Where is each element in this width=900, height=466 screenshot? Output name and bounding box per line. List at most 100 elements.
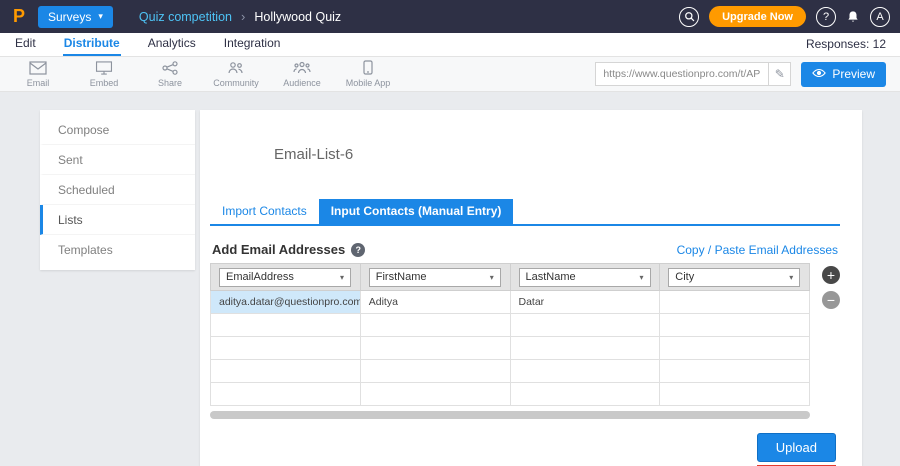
add-emails-header-row: Add Email Addresses ? Copy / Paste Email… xyxy=(212,242,838,257)
cell-email[interactable]: aditya.datar@questionpro.com xyxy=(211,291,361,314)
contacts-tabs: Import Contacts Input Contacts (Manual E… xyxy=(210,199,840,226)
add-row-button[interactable]: + xyxy=(822,266,840,284)
table-row xyxy=(211,383,810,406)
cell-city[interactable] xyxy=(660,383,810,406)
column-select-firstname[interactable]: FirstName ▾ xyxy=(369,268,501,287)
cell-firstname[interactable]: Aditya xyxy=(360,291,510,314)
column-select-city[interactable]: City ▾ xyxy=(668,268,800,287)
nav-item-distribute[interactable]: Distribute xyxy=(63,34,121,56)
section-title-text: Add Email Addresses xyxy=(212,242,345,257)
surveys-dropdown[interactable]: Surveys ▾ xyxy=(38,6,113,28)
nav-item-edit[interactable]: Edit xyxy=(14,34,37,56)
breadcrumb-current-page: Hollywood Quiz xyxy=(254,10,341,24)
chevron-down-icon: ▾ xyxy=(490,273,494,282)
table-row xyxy=(211,314,810,337)
cell-lastname[interactable] xyxy=(510,360,660,383)
table-row: aditya.datar@questionpro.com Aditya Data… xyxy=(211,291,810,314)
audience-icon xyxy=(293,61,311,77)
contacts-table-area: EmailAddress ▾ FirstName ▾ xyxy=(210,263,840,419)
tab-import-contacts[interactable]: Import Contacts xyxy=(210,199,319,224)
preview-label: Preview xyxy=(832,67,875,81)
cell-lastname[interactable] xyxy=(510,337,660,360)
column-select-value: EmailAddress xyxy=(226,271,294,283)
responses-count: Responses: 12 xyxy=(806,37,886,56)
sidebar-item-compose[interactable]: Compose xyxy=(40,115,195,145)
eye-icon xyxy=(812,67,826,81)
column-select-value: City xyxy=(675,271,694,283)
cell-lastname[interactable]: Datar xyxy=(510,291,660,314)
breadcrumb-survey-name[interactable]: Quiz competition xyxy=(139,10,232,24)
nav-item-analytics[interactable]: Analytics xyxy=(147,34,197,56)
sidebar-item-templates[interactable]: Templates xyxy=(40,235,195,265)
topbar-actions: Upgrade Now ? A xyxy=(679,6,890,27)
toolbar-item-community[interactable]: Community xyxy=(212,61,260,88)
toolbar-item-share[interactable]: Share xyxy=(146,61,194,88)
cell-firstname[interactable] xyxy=(360,337,510,360)
toolbar-item-mobile-app[interactable]: Mobile App xyxy=(344,60,392,88)
table-row xyxy=(211,337,810,360)
cell-email[interactable] xyxy=(211,383,361,406)
notifications-bell-icon[interactable] xyxy=(846,10,860,24)
cell-city[interactable] xyxy=(660,291,810,314)
chevron-down-icon: ▾ xyxy=(789,273,793,282)
cell-email[interactable] xyxy=(211,314,361,337)
section-title: Add Email Addresses ? xyxy=(212,242,365,257)
avatar[interactable]: A xyxy=(870,7,890,27)
sidebar-item-lists[interactable]: Lists xyxy=(40,205,195,235)
remove-row-button[interactable]: − xyxy=(822,291,840,309)
cell-email[interactable] xyxy=(211,360,361,383)
section-help-icon[interactable]: ? xyxy=(351,243,365,257)
embed-icon xyxy=(95,61,113,77)
toolbar-item-embed[interactable]: Embed xyxy=(80,61,128,88)
page-title: Email-List-6 xyxy=(274,146,840,163)
upgrade-now-button[interactable]: Upgrade Now xyxy=(709,6,806,27)
toolbar-item-label: Embed xyxy=(90,78,119,88)
edit-url-icon[interactable]: ✎ xyxy=(768,63,790,85)
community-icon xyxy=(227,61,245,77)
cell-firstname[interactable] xyxy=(360,360,510,383)
nav-item-integration[interactable]: Integration xyxy=(223,34,282,56)
upgrade-now-label: Upgrade Now xyxy=(722,11,793,23)
cell-city[interactable] xyxy=(660,314,810,337)
contacts-table: EmailAddress ▾ FirstName ▾ xyxy=(210,263,810,406)
toolbar-item-email[interactable]: Email xyxy=(14,61,62,88)
content-area: Compose Sent Scheduled Lists Templates E… xyxy=(0,92,900,466)
search-icon[interactable] xyxy=(679,7,699,27)
mobile-app-icon xyxy=(363,60,373,77)
survey-url-box: ✎ xyxy=(595,62,791,86)
questionpro-logo-icon: P xyxy=(10,6,28,27)
upload-button[interactable]: Upload xyxy=(757,433,836,462)
column-select-emailaddress[interactable]: EmailAddress ▾ xyxy=(219,268,351,287)
copy-paste-emails-link[interactable]: Copy / Paste Email Addresses xyxy=(677,243,838,257)
toolbar-item-label: Email xyxy=(27,78,50,88)
cell-lastname[interactable] xyxy=(510,383,660,406)
header-cell-firstname: FirstName ▾ xyxy=(360,264,510,291)
toolbar-item-audience[interactable]: Audience xyxy=(278,61,326,88)
cell-lastname[interactable] xyxy=(510,314,660,337)
header-cell-lastname: LastName ▾ xyxy=(510,264,660,291)
breadcrumb-separator-icon: › xyxy=(241,9,245,24)
surveys-dropdown-label: Surveys xyxy=(48,10,91,24)
header-cell-city: City ▾ xyxy=(660,264,810,291)
toolbar-item-label: Share xyxy=(158,78,182,88)
toolbar-right: ✎ Preview xyxy=(595,62,886,87)
upload-row: Upload xyxy=(210,433,840,466)
column-select-lastname[interactable]: LastName ▾ xyxy=(519,268,651,287)
breadcrumb: Quiz competition › Hollywood Quiz xyxy=(139,9,341,24)
help-icon[interactable]: ? xyxy=(816,7,836,27)
horizontal-scrollbar[interactable] xyxy=(210,411,810,419)
column-select-value: LastName xyxy=(526,271,576,283)
survey-url-input[interactable] xyxy=(596,63,768,85)
preview-button[interactable]: Preview xyxy=(801,62,886,87)
upload-stack: Upload xyxy=(757,433,836,466)
cell-firstname[interactable] xyxy=(360,314,510,337)
sidebar-item-scheduled[interactable]: Scheduled xyxy=(40,175,195,205)
contacts-table-container: EmailAddress ▾ FirstName ▾ xyxy=(210,263,810,419)
sidebar-item-sent[interactable]: Sent xyxy=(40,145,195,175)
cell-city[interactable] xyxy=(660,360,810,383)
cell-firstname[interactable] xyxy=(360,383,510,406)
cell-email[interactable] xyxy=(211,337,361,360)
tab-input-contacts-manual[interactable]: Input Contacts (Manual Entry) xyxy=(319,199,514,224)
cell-city[interactable] xyxy=(660,337,810,360)
avatar-initial: A xyxy=(876,11,883,23)
